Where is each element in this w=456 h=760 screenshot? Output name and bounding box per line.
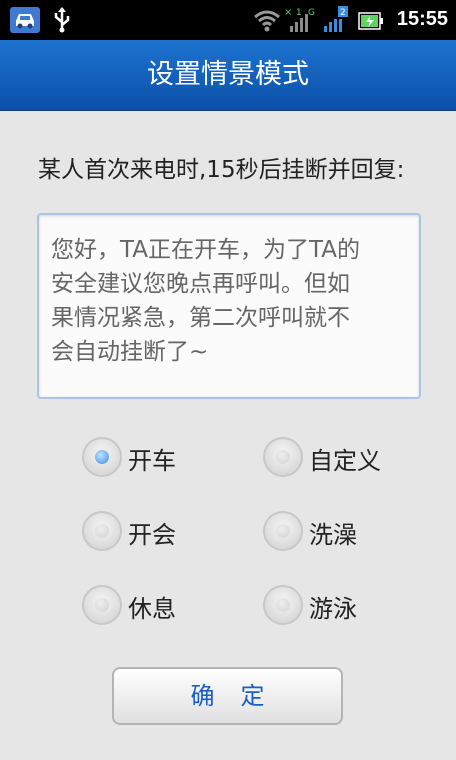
confirm-button[interactable]: 确定	[112, 667, 343, 725]
signal-icon: × 1 G	[284, 7, 315, 32]
radio-button[interactable]	[263, 437, 303, 477]
wifi-icon	[254, 10, 280, 32]
radio-button[interactable]	[82, 511, 122, 551]
clock: 15:55	[396, 8, 448, 30]
reply-message-field[interactable]: 您好，TA正在开车，为了TA的 安全建议您晚点再呼叫。但如 果情况紧急，第二次呼…	[37, 213, 421, 399]
mode-label: 自定义	[309, 447, 381, 475]
title-bar: 设置情景模式	[0, 40, 456, 111]
radio-empty-dot	[276, 598, 290, 612]
battery-icon	[358, 12, 383, 30]
page-title: 设置情景模式	[147, 59, 309, 90]
mode-label: 游泳	[309, 595, 357, 623]
radio-selected-dot	[95, 450, 109, 464]
status-bar: × 1 G 2 15:55	[0, 0, 456, 40]
svg-text:2: 2	[340, 8, 346, 18]
usb-icon	[54, 7, 70, 33]
radio-button[interactable]	[82, 437, 122, 477]
radio-empty-dot	[95, 598, 109, 612]
radio-button[interactable]	[263, 511, 303, 551]
reply-prompt-label: 某人首次来电时,15秒后挂断并回复:	[38, 157, 405, 183]
radio-empty-dot	[276, 450, 290, 464]
mode-label: 开车	[128, 447, 176, 475]
svg-text:×: ×	[284, 7, 292, 18]
signal-2-icon: 2	[324, 6, 348, 32]
reply-message-text: 您好，TA正在开车，为了TA的 安全建议您晚点再呼叫。但如 果情况紧急，第二次呼…	[51, 237, 360, 365]
signal-badge-1: 1	[296, 8, 302, 18]
svg-text:G: G	[308, 8, 315, 18]
radio-empty-dot	[95, 524, 109, 538]
radio-button[interactable]	[82, 585, 122, 625]
radio-empty-dot	[276, 524, 290, 538]
mode-label: 休息	[128, 595, 176, 623]
car-app-icon	[10, 7, 40, 33]
radio-button[interactable]	[263, 585, 303, 625]
mode-label: 洗澡	[309, 521, 357, 549]
mode-label: 开会	[128, 521, 176, 549]
